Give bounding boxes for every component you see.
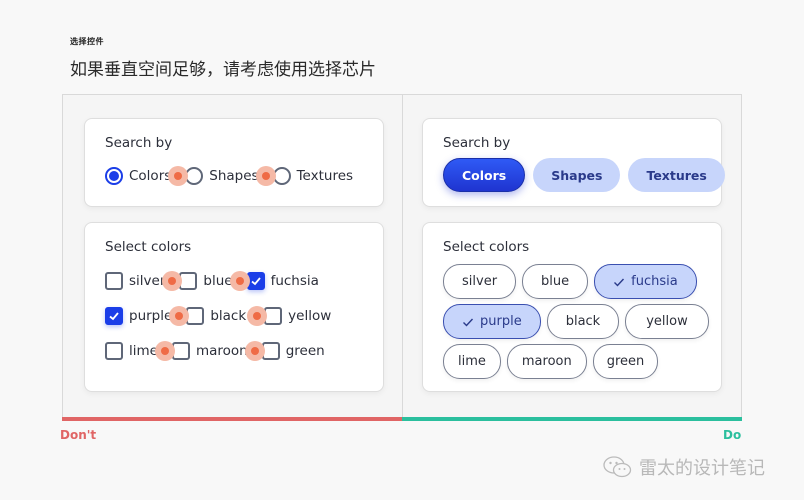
- checkbox-row: silver blue fuchsia: [105, 271, 319, 291]
- filter-chip-row: silver blue fuchsia: [443, 264, 697, 299]
- chip-green[interactable]: green: [592, 344, 659, 379]
- radio-label: Textures: [296, 168, 354, 184]
- check-icon: [251, 277, 261, 286]
- check-icon: [614, 278, 625, 287]
- touch-overlap-indicator: [229, 271, 250, 291]
- checkbox-blue[interactable]: [179, 272, 198, 290]
- do-label: Do: [723, 428, 742, 442]
- touch-overlap-indicator: [255, 166, 276, 186]
- do-select-colors-card: Select colors silver blue fuchsia purple…: [422, 222, 722, 392]
- dont-label: Don't: [60, 428, 97, 442]
- check-icon: [109, 312, 119, 321]
- filter-chip-row: lime maroon green: [443, 344, 659, 379]
- touch-overlap-indicator: [169, 306, 190, 326]
- touch-overlap-indicator: [154, 341, 175, 361]
- chip-label: green: [606, 354, 645, 369]
- chip-textures[interactable]: Textures: [628, 158, 725, 192]
- check-icon: [463, 318, 474, 327]
- chip-shapes[interactable]: Shapes: [533, 158, 621, 192]
- chip-label: fuchsia: [631, 274, 678, 289]
- chip-blue[interactable]: blue: [522, 264, 589, 299]
- dont-indicator-bar: [62, 417, 402, 421]
- checkbox-label: black: [210, 308, 247, 324]
- checkbox-row: lime maroon green: [105, 341, 325, 361]
- touch-overlap-indicator: [168, 166, 189, 186]
- chip-label: blue: [541, 274, 570, 289]
- checkbox-label: green: [285, 343, 325, 359]
- chip-silver[interactable]: silver: [443, 264, 517, 299]
- chip-label: purple: [480, 314, 522, 329]
- choice-chip-group: Colors Shapes Textures: [443, 158, 725, 192]
- watermark: 雷太的设计笔记: [603, 454, 765, 480]
- checkbox-label: blue: [203, 273, 233, 289]
- dont-search-by-card: Search by Colors Shapes Textures: [84, 118, 384, 207]
- chip-colors[interactable]: Colors: [443, 158, 526, 192]
- chip-purple[interactable]: purple: [443, 304, 541, 339]
- checkbox-label: silver: [129, 273, 166, 289]
- chip-maroon[interactable]: maroon: [506, 344, 587, 379]
- card-title: Select colors: [443, 239, 530, 255]
- chip-label: yellow: [646, 314, 688, 329]
- page-headline: 如果垂直空间足够，请考虑使用选择芯片: [70, 60, 376, 80]
- touch-overlap-indicator: [247, 306, 268, 326]
- card-title: Search by: [443, 135, 511, 151]
- checkbox-label: purple: [129, 308, 173, 324]
- dont-select-colors-card: Select colors silver blue fuchsia purple…: [84, 222, 384, 392]
- radio-label: Shapes: [209, 168, 259, 184]
- chip-lime[interactable]: lime: [443, 344, 501, 379]
- checkbox-silver[interactable]: [105, 272, 123, 290]
- do-indicator-bar: [402, 417, 742, 421]
- filter-chip-row: purple black yellow: [443, 304, 709, 339]
- card-title: Search by: [105, 135, 173, 151]
- touch-overlap-indicator: [162, 271, 183, 291]
- card-title: Select colors: [105, 239, 192, 255]
- chip-label: black: [565, 314, 601, 329]
- checkbox-lime[interactable]: [105, 342, 123, 360]
- checkbox-label: fuchsia: [270, 273, 319, 289]
- chip-label: lime: [458, 354, 486, 369]
- touch-overlap-indicator: [244, 341, 265, 361]
- chip-label: silver: [462, 274, 498, 289]
- wechat-icon: [603, 456, 632, 478]
- do-search-by-card: Search by Colors Shapes Textures: [422, 118, 725, 207]
- checkbox-purple[interactable]: [105, 307, 123, 325]
- watermark-text: 雷太的设计笔记: [639, 458, 765, 479]
- checkbox-row: purple black yellow: [105, 306, 332, 326]
- checkbox-label: maroon: [195, 343, 248, 359]
- section-eyebrow: 选择控件: [70, 37, 104, 46]
- checkbox-label: yellow: [288, 308, 332, 324]
- radio-group: Colors Shapes Textures: [105, 166, 354, 186]
- chip-label: maroon: [521, 354, 572, 369]
- chip-black[interactable]: black: [546, 304, 620, 339]
- chip-yellow[interactable]: yellow: [625, 304, 709, 339]
- chip-fuchsia[interactable]: fuchsia: [594, 264, 697, 299]
- radio-label: Colors: [129, 168, 172, 184]
- radio-colors[interactable]: [105, 167, 123, 185]
- checkbox-label: lime: [129, 343, 158, 359]
